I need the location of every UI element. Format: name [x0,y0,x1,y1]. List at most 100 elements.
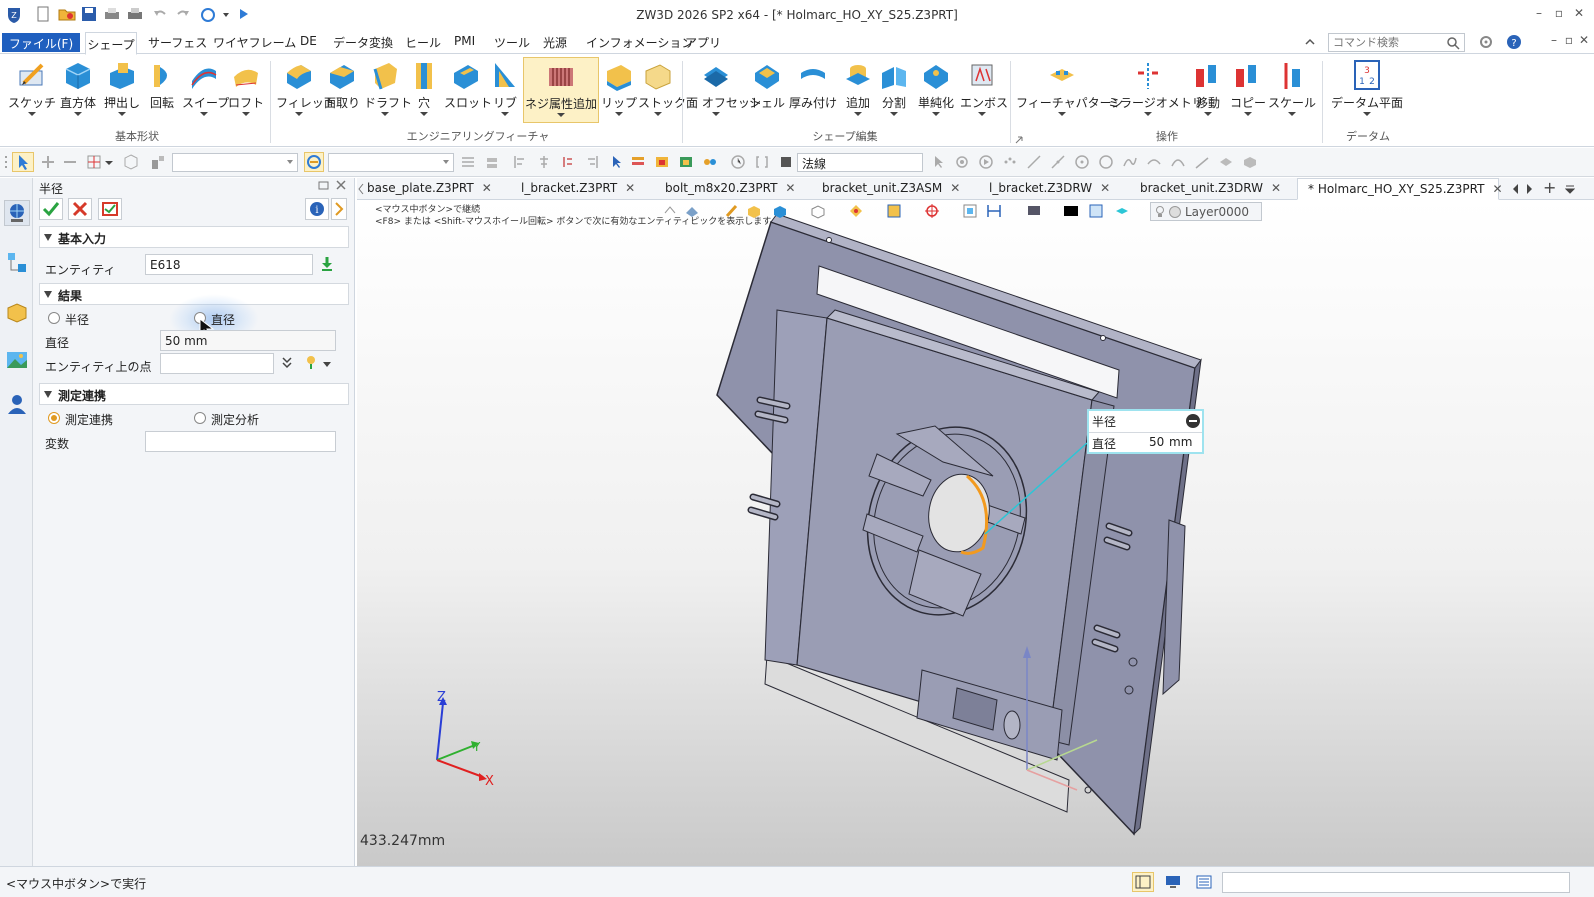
radius-radio[interactable] [48,312,60,324]
simplify-button[interactable]: 単純化 [914,57,958,123]
close-tab-icon[interactable]: ✕ [1271,181,1281,195]
arc-icon[interactable] [1170,154,1186,170]
clock-icon[interactable] [730,154,746,170]
status-layout-icon[interactable] [1132,872,1154,892]
view-layers-icon[interactable] [1114,203,1130,219]
slot-button[interactable]: スロット [444,57,492,123]
shell-button[interactable]: シェル [748,57,786,123]
stack-icon[interactable] [484,154,500,170]
3d-viewport[interactable]: <マウス中ボタン>で継続 <F8> または <Shift-マウスホイール回転> … [357,200,1594,866]
feature-pattern-button[interactable]: フィーチャパターン [1016,57,1123,123]
view-target-icon[interactable] [924,203,940,219]
point-pick-icon[interactable] [303,354,319,370]
datum-plane-button[interactable]: 312 データム平面 [1330,57,1404,123]
panel-pin-icon[interactable] [318,179,330,191]
align-left-icon[interactable] [512,154,528,170]
grid-pick-dropdown-icon[interactable] [104,154,114,170]
face-icon[interactable] [1218,154,1234,170]
sidebar-part-icon[interactable] [5,300,29,324]
body-icon[interactable] [1242,154,1258,170]
stock-button[interactable]: ストック [638,57,686,123]
tab-l-bracket-prt[interactable]: l_bracket.Z3PRT ✕ [521,178,635,200]
smart-pick-icon[interactable] [304,152,324,172]
tab-data-conversion[interactable]: データ変換 [333,34,393,51]
tab-base-plate[interactable]: base_plate.Z3PRT ✕ [367,178,492,200]
mirror-geometry-button[interactable]: ミラージオメトリ [1108,57,1204,123]
circle-center-icon[interactable] [1074,154,1090,170]
view-shade-icon[interactable] [848,203,864,219]
tab-shape[interactable]: シェープ [85,32,137,55]
emboss-button[interactable]: エンボス [960,57,1008,123]
sidebar-user-icon[interactable] [5,392,29,416]
minimize-button[interactable]: – [1530,6,1548,24]
tab-bracket-unit-drw[interactable]: bracket_unit.Z3DRW ✕ [1140,178,1281,200]
view-color-swatch[interactable] [1064,206,1078,216]
tab-pmi[interactable]: PMI [454,34,475,48]
view-orient-icon[interactable] [684,203,700,219]
double-chevron-down-icon[interactable] [281,356,293,370]
tabs-menu-icon[interactable] [1564,182,1576,196]
view-mode-combo[interactable]: 法線 [797,153,923,172]
folder-view-icon[interactable] [654,154,670,170]
tabs-next-icon[interactable] [1525,182,1533,196]
history-icon[interactable] [560,154,576,170]
loft-button[interactable]: ロフト [226,57,266,123]
add-button[interactable]: 追加 [840,57,876,123]
tab-tools[interactable]: ツール [494,34,530,51]
doc-close-button[interactable]: ✕ [1575,33,1593,51]
maximize-button[interactable]: ▫ [1550,6,1568,24]
apply-button[interactable] [98,198,122,220]
curve-icon[interactable] [1122,154,1138,170]
close-tab-icon[interactable]: ✕ [785,181,795,195]
extrude-button[interactable]: 押出し [102,57,142,123]
view-frame-icon[interactable] [886,203,902,219]
view-wire-cube-icon[interactable] [810,203,826,219]
section-basic-input[interactable]: 基本入力 [39,226,349,248]
align-right-icon[interactable] [584,154,600,170]
tab-de[interactable]: DE [300,34,317,48]
ribbon-expand-icon[interactable] [1015,133,1023,144]
hole-button[interactable]: 穴 [406,57,442,123]
tab-holmarc-active[interactable]: * Holmarc_HO_XY_S25.Z3PRT ✕ [1297,178,1503,200]
align-center-icon[interactable] [536,154,552,170]
group-icon[interactable] [702,154,718,170]
part-library-icon[interactable] [678,154,694,170]
pick-combo[interactable] [328,153,454,172]
tab-surface[interactable]: サーフェス [148,34,207,51]
scale-button[interactable]: スケール [1268,57,1316,123]
minus-icon[interactable] [62,154,78,170]
line2-icon[interactable] [1050,154,1066,170]
pick-filter-icon[interactable] [40,154,56,170]
revolve-button[interactable]: 回転 [144,57,180,123]
filter-combo[interactable] [172,153,298,172]
status-command-input[interactable] [1222,872,1570,893]
select-pointer-icon[interactable] [12,152,34,172]
dimension-callout[interactable]: 半径 直径 50 mm [1087,409,1204,454]
pointer-gray-icon[interactable] [930,154,946,170]
add-thread-attribute-button[interactable]: ネジ属性追加 [523,57,599,123]
view-monitor-icon[interactable] [1026,203,1042,219]
callout-collapse-icon[interactable] [1186,414,1200,428]
entity-input[interactable]: E618 [145,254,313,275]
tab-bracket-unit-asm[interactable]: bracket_unit.Z3ASM ✕ [822,178,960,200]
panel-expand-button[interactable] [331,198,347,220]
tab-bolt[interactable]: bolt_m8x20.Z3PRT ✕ [665,178,795,200]
spline-icon[interactable] [1146,154,1162,170]
box-button[interactable]: 直方体 [58,57,98,123]
chamfer-button[interactable]: 面取り [322,57,362,123]
view-fit-icon[interactable] [962,203,978,219]
snap-icon[interactable] [954,154,970,170]
point-dropdown-icon[interactable] [322,358,332,368]
play-icon[interactable] [978,154,994,170]
tab-apps[interactable]: アプリ [685,34,721,51]
circle-icon[interactable] [1098,154,1114,170]
pick-arrow-icon[interactable] [608,154,624,170]
view-pen-icon[interactable] [724,203,740,219]
file-menu[interactable]: ファイル(F) [2,33,80,52]
sidebar-assembly-icon[interactable] [5,250,29,274]
tab-light[interactable]: 光源 [543,34,567,51]
move-button[interactable]: 移動 [1190,57,1226,123]
hexagon-icon[interactable] [123,154,139,170]
collapse-ribbon-icon[interactable] [1303,35,1317,49]
lip-button[interactable]: リップ [600,57,638,123]
